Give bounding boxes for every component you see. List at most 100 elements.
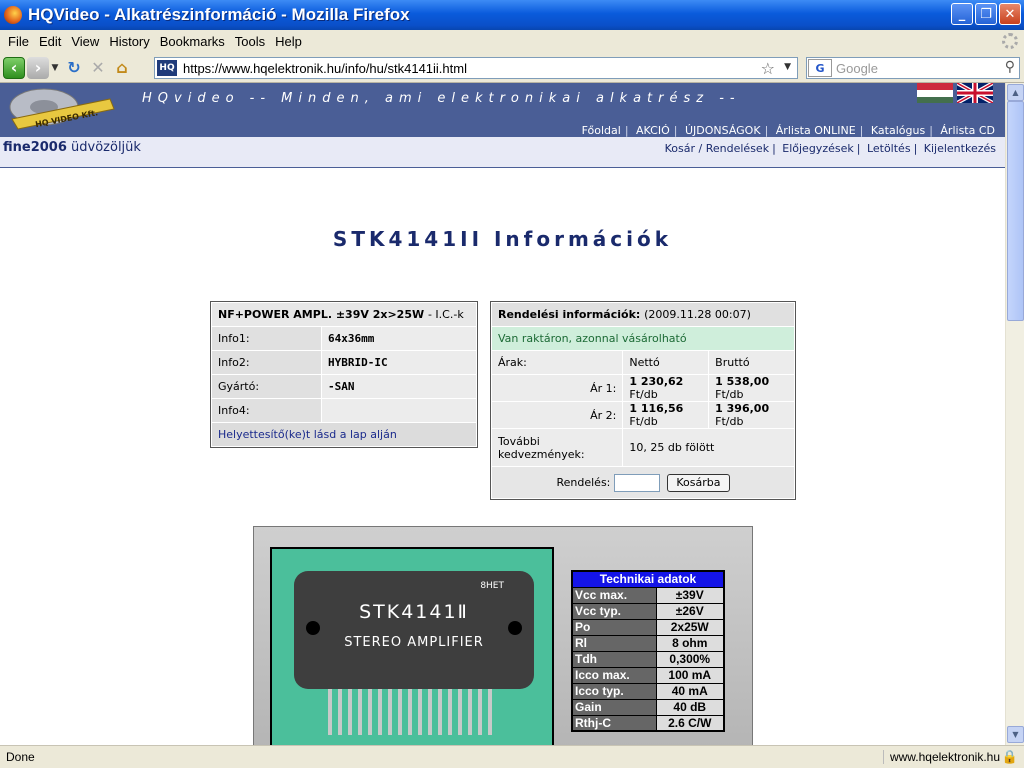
home-button[interactable]: ⌂ [111,57,133,79]
nav-katalogus[interactable]: Katalógus [869,124,927,137]
menu-help[interactable]: Help [270,34,307,49]
table-row: Gain 40 dB [571,698,725,716]
minimize-button[interactable]: _ [951,3,973,25]
search-bar[interactable]: G Google ⚲ [806,57,1020,79]
discount-value: 10, 25 db fölött [622,428,795,467]
close-button[interactable]: ✕ [999,3,1021,25]
user-bar: fine2006 üdvözöljük Kosár / Rendelések | … [0,137,1005,168]
reload-icon: ↻ [67,58,81,77]
top-navigation: Főoldal | AKCIÓ | ÚJDONSÁGOK | Árlista ONLI… [580,124,997,137]
url-dropdown-icon[interactable]: ▼ [784,62,791,72]
url-text[interactable]: https://www.hqelektronik.hu/info/hu/stk4… [183,61,467,76]
table-row: Vcc typ. ±26V [571,602,725,620]
history-dropdown[interactable]: ▼ [49,57,61,79]
net-price: 1 230,62 [629,375,684,388]
restore-icon: ❐ [980,6,992,22]
forward-button[interactable]: › [27,56,49,79]
search-engine-icon[interactable]: G [808,59,832,77]
home-icon: ⌂ [116,58,128,77]
tech-data-header: Technikai adatok [572,571,724,587]
order-header: Rendelési információk: (2009.11.28 00:07… [491,302,795,327]
bookmark-star-icon[interactable]: ☆ [761,59,775,78]
window-titlebar: HQVideo - Alkatrészinformáció - Mozilla … [0,0,1024,30]
table-row: Info4: [211,398,477,423]
add-to-cart-button[interactable]: Kosárba [667,473,730,492]
table-row: Gyártó: -SAN [211,374,477,399]
menu-bar: File Edit View History Bookmarks Tools H… [0,30,1024,53]
search-input[interactable]: Google [836,61,878,76]
scrollbar-thumb[interactable] [1007,101,1024,321]
chip-sublabel: STEREO AMPLIFIER [344,635,484,650]
table-row: Vcc max. ±39V [571,586,725,604]
minimize-icon: _ [958,6,966,22]
product-photo: 8HET STK4141Ⅱ STEREO AMPLIFIER Technikai… [253,526,753,745]
ic-package: 8HET STK4141Ⅱ STEREO AMPLIFIER [294,571,534,689]
table-row: Icco typ. 40 mA [571,682,725,700]
site-header: HQ VIDEO Kft. HQvideo -- Minden, ami ele… [0,83,1005,137]
nav-fooldal[interactable]: Főoldal [580,124,623,137]
table-row: További kedvezmények: 10, 25 db fölött [490,428,795,467]
table-row: Po 2x25W [571,618,725,636]
page-viewport: HQ VIDEO Kft. HQvideo -- Minden, ami ele… [0,83,1005,745]
nav-download[interactable]: Letöltés [864,142,914,155]
nav-arlista-cd[interactable]: Árlista CD [938,124,997,137]
nav-cart-orders[interactable]: Kosár / Rendelések [662,142,772,155]
reload-button[interactable]: ↻ [63,57,85,79]
maximize-button[interactable]: ❐ [975,3,997,25]
user-navigation: Kosár / Rendelések | Előjegyzések | Letölt… [662,142,999,155]
substitutes-link[interactable]: Helyettesítő(ke)t lásd a lap alján [211,422,477,447]
table-row: Ár 2: 1 116,56 Ft/db 1 396,00 Ft/db [490,401,795,429]
site-favicon: HQ [157,60,177,76]
scroll-up-button[interactable]: ▲ [1007,84,1024,101]
order-info-table: Rendelési információk: (2009.11.28 00:07… [490,301,796,500]
back-arrow-icon: ‹ [10,58,18,77]
navigation-toolbar: ‹ › ▼ ↻ ✕ ⌂ HQ https://www.hqelektronik.… [0,53,1024,83]
net-price: 1 116,56 [629,402,684,415]
menu-history[interactable]: History [104,34,154,49]
back-button[interactable]: ‹ [3,56,25,79]
quantity-input[interactable] [613,473,660,492]
forward-arrow-icon: › [34,58,42,77]
ic-pins [328,689,498,735]
stop-icon: ✕ [91,58,105,77]
hqvideo-logo[interactable]: HQ VIDEO Kft. [4,85,118,131]
table-row: Tdh 0,300% [571,650,725,668]
menu-tools[interactable]: Tools [230,34,270,49]
menu-bookmarks[interactable]: Bookmarks [155,34,230,49]
user-name[interactable]: fine2006 [3,140,67,155]
uk-flag-icon[interactable] [957,83,993,103]
nav-reservations[interactable]: Előjegyzések [779,142,856,155]
discount-label: További kedvezmények: [490,428,624,467]
order-label: Rendelés: [556,475,611,489]
gross-price: 1 396,00 [715,402,770,415]
menu-edit[interactable]: Edit [34,34,66,49]
throbber-icon [1002,33,1018,49]
status-text: Done [6,750,35,764]
menu-view[interactable]: View [66,34,104,49]
page-title: STK4141II Információk [332,227,673,251]
hungarian-flag-icon[interactable] [917,83,953,103]
vertical-scrollbar[interactable]: ▲ ▼ [1005,83,1024,745]
search-icon[interactable]: ⚲ [1005,59,1015,75]
menu-file[interactable]: File [3,34,34,49]
table-row: Árak: Nettó Bruttó [490,350,795,375]
table-row: Icco max. 100 mA [571,666,725,684]
stock-status: Van raktáron, azonnal vásárolható [491,326,795,351]
table-row: Ár 1: 1 230,62 Ft/db 1 538,00 Ft/db [490,374,795,402]
table-row: Rl 8 ohm [571,634,725,652]
stop-button[interactable]: ✕ [87,57,109,79]
nav-ujdonsagok[interactable]: ÚJDONSÁGOK [683,124,763,137]
nav-logout[interactable]: Kijelentkezés [921,142,999,155]
product-info-table: NF+POWER AMPL. ±39V 2x>25W - I.C.-k Info… [210,301,478,448]
nav-arlista-online[interactable]: Árlista ONLINE [774,124,858,137]
address-bar[interactable]: HQ https://www.hqelektronik.hu/info/hu/s… [154,57,798,79]
scroll-down-button[interactable]: ▼ [1007,726,1024,743]
window-title: HQVideo - Alkatrészinformáció - Mozilla … [28,5,410,24]
gross-price: 1 538,00 [715,375,770,388]
site-slogan: HQvideo -- Minden, ami elektronikai alka… [142,91,741,106]
chip-photo: 8HET STK4141Ⅱ STEREO AMPLIFIER [270,547,554,745]
welcome-text: üdvözöljük [71,140,141,155]
nav-akcio[interactable]: AKCIÓ [634,124,672,137]
chip-label: STK4141Ⅱ [359,601,469,623]
lock-icon[interactable]: 🔒 [1002,749,1018,765]
